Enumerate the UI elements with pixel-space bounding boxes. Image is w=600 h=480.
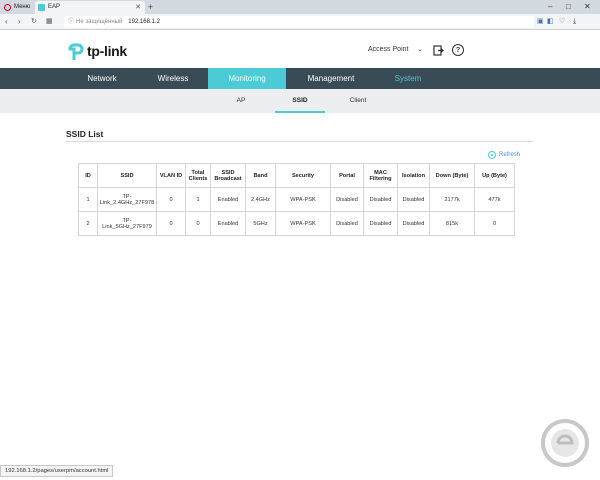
window-maximize-icon[interactable]: □: [566, 0, 571, 13]
new-tab-icon[interactable]: +: [148, 1, 153, 13]
cell-vlan-id: 0: [156, 187, 186, 212]
browser-status-bar: 192.168.1.2/pages/userpm/account.html: [0, 465, 114, 477]
cell-ssid: TP-Link_2.4GHz_27F978: [97, 187, 157, 212]
col-isolation: Isolation: [397, 163, 430, 188]
col-portal: Portal: [330, 163, 364, 188]
cell-security: WPA-PSK: [275, 211, 331, 236]
refresh-icon: [488, 151, 496, 159]
tp-link-logo: tp-link: [67, 41, 127, 61]
col-band: Band: [245, 163, 276, 188]
cell-id: 2: [78, 211, 98, 236]
col-down-byte: Down (Byte): [429, 163, 475, 188]
cell-isolation: Disabled: [397, 187, 430, 212]
nav-system[interactable]: System: [376, 68, 440, 89]
cell-ssid: TP-Link_5GHz_27F979: [97, 211, 157, 236]
cell-up-byte: 477k: [474, 187, 515, 212]
col-total-clients: Total Clients: [185, 163, 211, 188]
sub-navigation: AP SSID Client: [0, 89, 600, 113]
vpn-icon[interactable]: ◧: [547, 17, 554, 27]
url-text: 192.168.1.2: [128, 19, 160, 25]
subtab-ssid[interactable]: SSID: [275, 89, 325, 113]
cell-down-byte: 815k: [429, 211, 475, 236]
table-row: 2 TP-Link_5GHz_27F979 0 0 Enabled 5GHz W…: [78, 211, 515, 236]
tab-favicon-icon: [38, 4, 45, 11]
subtab-ap[interactable]: AP: [216, 89, 266, 113]
tab-close-icon[interactable]: ✕: [135, 1, 141, 14]
col-mac-filtering: MAC Filtering: [363, 163, 398, 188]
col-id: ID: [78, 163, 98, 188]
download-icon[interactable]: ⤓: [573, 17, 576, 27]
mode-selector[interactable]: Access Point: [368, 46, 408, 53]
col-security: Security: [275, 163, 331, 188]
main-navigation: Network Wireless Monitoring Management S…: [0, 68, 600, 89]
cell-ssid-broadcast: Enabled: [210, 187, 246, 212]
info-icon[interactable]: ⓘ: [68, 19, 74, 25]
bookmark-heart-icon[interactable]: ♡: [559, 17, 565, 27]
browser-menu-button[interactable]: Меню: [1, 1, 33, 14]
cell-down-byte: 2177k: [429, 187, 475, 212]
browser-menu-label: Меню: [14, 4, 31, 10]
cell-vlan-id: 0: [156, 211, 186, 236]
browser-tab-eap[interactable]: EAP ✕: [35, 1, 145, 14]
cell-ssid-broadcast: Enabled: [210, 211, 246, 236]
col-vlan-id: VLAN ID: [156, 163, 186, 188]
cell-portal: Disabled: [330, 187, 364, 212]
logo-text: tp-link: [87, 43, 127, 59]
subtab-client[interactable]: Client: [333, 89, 383, 113]
section-title: SSID List: [66, 129, 104, 139]
window-close-icon[interactable]: ✕: [584, 0, 591, 13]
cell-band: 5GHz: [245, 211, 276, 236]
nav-monitoring[interactable]: Monitoring: [208, 68, 286, 89]
browser-tab-title: EAP: [48, 4, 61, 10]
cell-total-clients: 1: [185, 187, 211, 212]
table-header-row: ID SSID VLAN ID Total Clients SSID Broad…: [78, 163, 515, 188]
site-watermark-logo: [540, 418, 590, 468]
cell-isolation: Disabled: [397, 211, 430, 236]
back-icon[interactable]: ‹: [5, 14, 8, 30]
cell-up-byte: 0: [474, 211, 515, 236]
snapshot-icon[interactable]: ▣: [537, 17, 544, 27]
tp-link-logo-icon: [67, 42, 85, 61]
nav-network[interactable]: Network: [66, 68, 138, 89]
cell-id: 1: [78, 187, 98, 212]
chevron-down-icon[interactable]: ⌄: [417, 45, 423, 53]
cell-band: 2.4GHz: [245, 187, 276, 212]
ssid-table: ID SSID VLAN ID Total Clients SSID Broad…: [78, 163, 515, 236]
col-ssid: SSID: [97, 163, 157, 188]
cell-portal: Disabled: [330, 211, 364, 236]
opera-logo-icon: [4, 4, 11, 11]
cell-security: WPA-PSK: [275, 187, 331, 212]
forward-icon[interactable]: ›: [18, 14, 21, 30]
reload-icon[interactable]: ↻: [31, 14, 37, 30]
col-ssid-broadcast: SSID Broadcast: [210, 163, 246, 188]
home-grid-icon[interactable]: ▦: [46, 14, 53, 30]
section-divider: [66, 141, 533, 142]
address-bar: ‹ › ↻ ▦ ⓘ Не защищённый 192.168.1.2 ▣ ◧ ♡ …: [0, 14, 600, 30]
url-input[interactable]: ⓘ Не защищённый 192.168.1.2: [64, 16, 534, 28]
table-row: 1 TP-Link_2.4GHz_27F978 0 1 Enabled 2.4G…: [78, 187, 515, 212]
nav-management[interactable]: Management: [286, 68, 376, 89]
col-up-byte: Up (Byte): [474, 163, 515, 188]
help-icon[interactable]: ?: [452, 44, 464, 56]
cell-total-clients: 0: [185, 211, 211, 236]
refresh-button[interactable]: Refresh: [488, 151, 520, 159]
nav-wireless[interactable]: Wireless: [138, 68, 208, 89]
browser-tab-bar: Меню EAP ✕ + – □ ✕: [0, 0, 600, 14]
logout-icon[interactable]: [432, 44, 444, 56]
cell-mac-filtering: Disabled: [363, 187, 398, 212]
window-minimize-icon[interactable]: –: [548, 0, 552, 13]
insecure-label: Не защищённый: [76, 19, 123, 25]
cell-mac-filtering: Disabled: [363, 211, 398, 236]
refresh-label: Refresh: [499, 152, 521, 158]
